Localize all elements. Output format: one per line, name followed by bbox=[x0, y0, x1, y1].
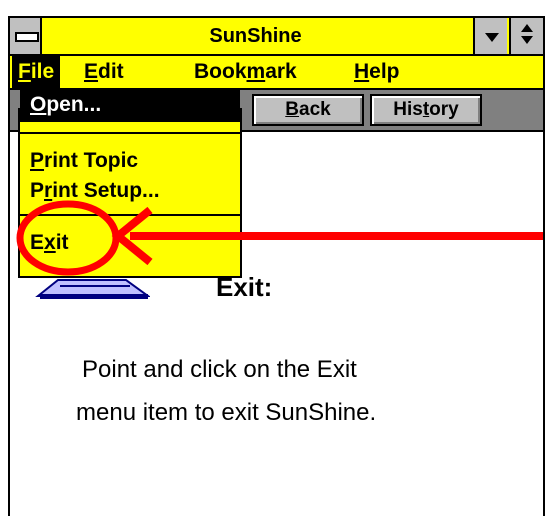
menu-bookmark-accel: m bbox=[246, 60, 266, 83]
print-setup-accel: r bbox=[44, 179, 53, 202]
restore-arrow-down bbox=[521, 36, 533, 44]
open-accel: O bbox=[30, 93, 47, 116]
exit-accel: x bbox=[44, 231, 56, 254]
menu-separator bbox=[20, 132, 240, 134]
print-setup-post: int Setup... bbox=[52, 179, 160, 202]
menu-edit-rest: dit bbox=[98, 60, 124, 83]
menu-separator-2 bbox=[20, 214, 240, 216]
menu-edit-accel: E bbox=[84, 60, 99, 83]
topic-body: Point and click on the Exit menu item to… bbox=[76, 348, 502, 434]
back-accel: B bbox=[285, 99, 300, 120]
print-topic-rest: rint Topic bbox=[44, 149, 139, 172]
menu-bookmark[interactable]: Bookmark bbox=[188, 56, 303, 88]
menu-help[interactable]: Help bbox=[348, 56, 406, 88]
menu-item-print-topic[interactable]: Print Topic bbox=[20, 146, 240, 176]
menu-help-accel: H bbox=[354, 60, 370, 83]
system-menu-icon[interactable] bbox=[10, 18, 42, 54]
open-rest: pen... bbox=[46, 93, 102, 116]
menu-item-print-setup[interactable]: Print Setup... bbox=[20, 176, 240, 206]
back-button[interactable]: Back bbox=[252, 94, 364, 126]
print-setup-pre: P bbox=[30, 179, 45, 202]
menu-bookmark-pre: Book bbox=[194, 60, 247, 83]
menu-file-rest: ile bbox=[30, 60, 55, 83]
window-title: SunShine bbox=[209, 25, 302, 47]
history-pre: His bbox=[393, 99, 423, 120]
topic-line-1: Point and click on the Exit bbox=[82, 356, 357, 383]
menu-item-open[interactable]: Open... bbox=[20, 90, 240, 122]
menu-help-rest: elp bbox=[369, 60, 400, 83]
menu-bookmark-post: ark bbox=[265, 60, 297, 83]
menu-edit[interactable]: Edit bbox=[78, 56, 130, 88]
restore-button[interactable] bbox=[509, 18, 543, 54]
history-post: ory bbox=[429, 99, 459, 120]
exit-post: it bbox=[55, 231, 69, 254]
minimize-button[interactable] bbox=[473, 18, 507, 54]
file-menu-dropdown: Open... Print Topic Print Setup... Exit bbox=[18, 90, 242, 278]
history-button[interactable]: History bbox=[370, 94, 482, 126]
menu-file-accel: F bbox=[18, 60, 31, 83]
exit-pre: E bbox=[30, 231, 45, 254]
sunshine-window: SunShine File Edit Bookmark Help Back Hi… bbox=[8, 16, 545, 516]
title-bar: SunShine bbox=[10, 18, 543, 56]
restore-arrows-icon bbox=[521, 24, 533, 32]
topic-line-2: menu item to exit SunShine. bbox=[76, 399, 377, 426]
back-rest: ack bbox=[299, 99, 331, 120]
menu-item-exit[interactable]: Exit bbox=[20, 228, 240, 258]
print-topic-accel: P bbox=[30, 149, 45, 172]
minimize-arrow-icon bbox=[485, 33, 499, 42]
menu-file[interactable]: File bbox=[12, 56, 61, 88]
menu-bar: File Edit Bookmark Help bbox=[10, 56, 543, 90]
